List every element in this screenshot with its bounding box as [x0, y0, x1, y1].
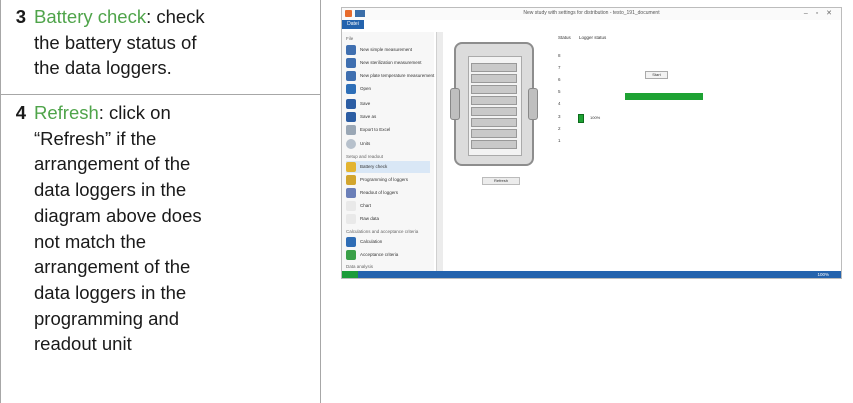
unit-handle: [528, 88, 538, 120]
sidebar-item[interactable]: New sterilization measurement: [346, 57, 430, 69]
step-line: diagram above does: [34, 204, 202, 226]
logger-slot: [471, 85, 517, 94]
measurement-icon: [346, 45, 356, 55]
step-line: arrangement of the: [34, 153, 191, 175]
sidebar-item[interactable]: Acceptance criteria: [346, 249, 430, 261]
logger-slot: [471, 140, 517, 149]
step-line: Refresh: click on: [34, 102, 171, 123]
save-icon: [346, 99, 356, 109]
step-line: Battery check: check: [34, 6, 205, 27]
logger-slot: [471, 118, 517, 127]
sidebar-item[interactable]: Save as: [346, 111, 430, 123]
sidebar-group[interactable]: Setup and readout: [346, 154, 383, 159]
readout-icon: [346, 188, 356, 198]
logger-unit-image: [450, 42, 538, 166]
calculation-icon: [346, 237, 356, 247]
refresh-button[interactable]: Refresh: [482, 177, 520, 185]
sidebar-item[interactable]: New simple measurement: [346, 44, 430, 56]
programming-icon: [346, 175, 356, 185]
logger-slot: [471, 74, 517, 83]
file-tab[interactable]: Datei: [342, 20, 364, 29]
sidebar-item[interactable]: Export to Excel: [346, 124, 430, 136]
open-icon: [346, 84, 356, 94]
sidebar-item[interactable]: Open: [346, 83, 430, 95]
zoom-level[interactable]: 100%: [817, 272, 829, 277]
step-line: readout unit: [34, 333, 132, 355]
battery-level-icon: [578, 114, 584, 123]
progress-bar: [625, 93, 703, 100]
sidebar: File New simple measurement New steriliz…: [342, 32, 434, 278]
slot-number: 4: [558, 101, 561, 106]
step-number: 4: [15, 102, 26, 123]
step-line: data loggers in the: [34, 179, 187, 201]
step-keyword: Refresh: [34, 102, 99, 123]
slot-number: 7: [558, 65, 561, 70]
slot-number: 6: [558, 77, 561, 82]
sidebar-group[interactable]: File: [346, 36, 353, 41]
sidebar-item[interactable]: Programming of loggers: [346, 174, 430, 186]
table-left-border: [0, 0, 1, 403]
measurement-icon: [346, 58, 356, 68]
step-line: arrangement of the: [34, 256, 191, 278]
sidebar-item[interactable]: Calculation: [346, 236, 430, 248]
sidebar-scrollbar[interactable]: [436, 32, 443, 273]
sidebar-item[interactable]: New plate temperature measurement: [346, 70, 434, 82]
save-as-icon: [346, 112, 356, 122]
raw-data-icon: [346, 214, 356, 224]
sidebar-item[interactable]: Chart: [346, 200, 430, 212]
sidebar-item[interactable]: Units: [346, 138, 430, 150]
slot-number: 8: [558, 53, 561, 58]
logger-slots: [468, 56, 522, 156]
title-bar: New study with settings for distribution…: [342, 8, 841, 20]
status-bar: 100%: [342, 271, 841, 278]
step-line: data loggers in the: [34, 281, 187, 303]
column-header: Status: [558, 35, 571, 40]
sidebar-item[interactable]: Readout of loggers: [346, 187, 430, 199]
slot-number: 3: [558, 114, 561, 119]
status-indicator: [342, 271, 358, 278]
slot-number: 2: [558, 126, 561, 131]
software-screenshot: New study with settings for distribution…: [341, 7, 842, 279]
measurement-icon: [346, 71, 356, 81]
table-column-divider: [320, 0, 321, 403]
slot-number: 5: [558, 89, 561, 94]
step-keyword: Battery check: [34, 6, 147, 27]
column-header: Logger status: [579, 35, 607, 40]
logger-slot: [471, 129, 517, 138]
battery-icon: [346, 162, 356, 172]
chart-icon: [346, 201, 356, 211]
sidebar-item-battery-check[interactable]: Battery check: [346, 161, 430, 173]
sidebar-item[interactable]: Save: [346, 98, 430, 110]
sidebar-item[interactable]: Raw data: [346, 213, 430, 225]
window-title: New study with settings for distribution…: [523, 10, 660, 16]
sidebar-group[interactable]: Data analysis: [346, 264, 373, 269]
sidebar-group[interactable]: Calculations and acceptance criteria: [346, 229, 418, 234]
logger-slot: [471, 96, 517, 105]
step-line: programming and: [34, 307, 179, 329]
slot-number: 1: [558, 138, 561, 143]
acceptance-icon: [346, 250, 356, 260]
step-text: Battery check: check the battery status …: [34, 4, 284, 81]
logger-slot: [471, 63, 517, 72]
logger-slot: [471, 107, 517, 116]
step-line: the battery status of: [34, 31, 197, 53]
step-line: “Refresh” if the: [34, 127, 157, 149]
units-icon: [346, 139, 356, 149]
step-line: the data loggers.: [34, 57, 172, 79]
table-row-divider: [0, 94, 320, 95]
unit-handle: [450, 88, 460, 120]
window-controls[interactable]: – ▫ ✕: [804, 9, 835, 17]
step-line: not match the: [34, 230, 147, 252]
export-icon: [346, 125, 356, 135]
step-text: Refresh: click on “Refresh” if the arran…: [34, 100, 284, 357]
step-number: 3: [15, 6, 26, 27]
battery-value: 100%: [590, 115, 601, 120]
start-button[interactable]: Start: [645, 71, 668, 79]
